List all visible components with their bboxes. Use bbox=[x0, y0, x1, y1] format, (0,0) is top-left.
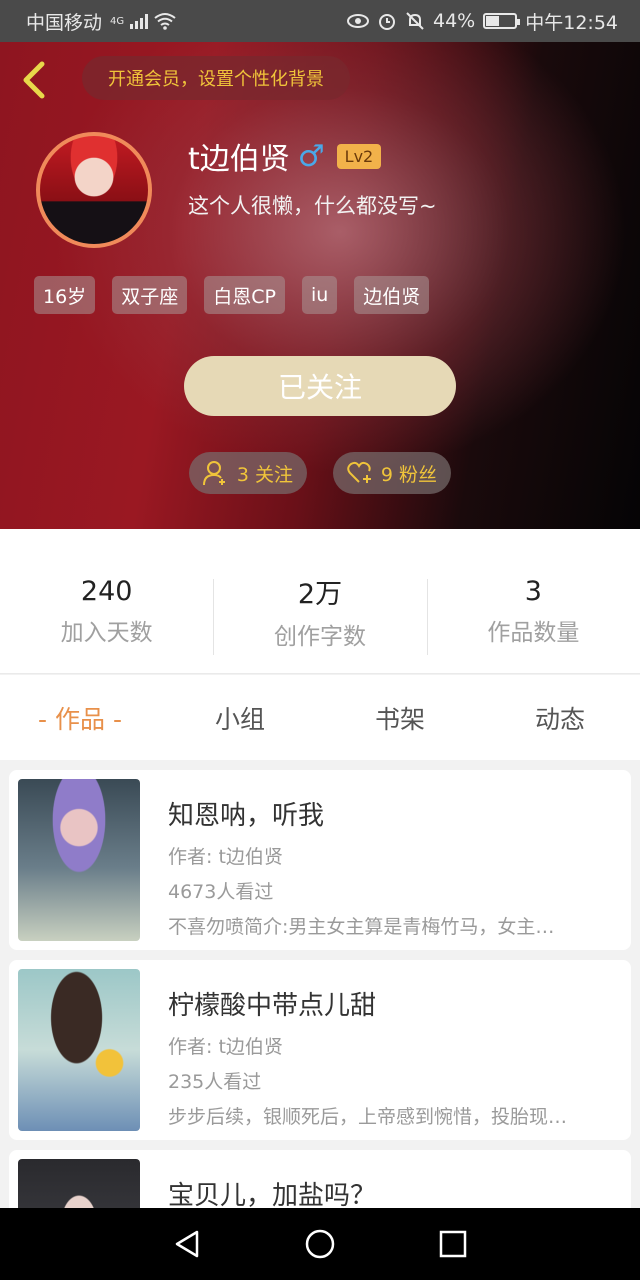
username: t边伯贤 bbox=[188, 142, 290, 177]
tag-cp: 白恩CP bbox=[204, 276, 285, 314]
stat-words-label: 创作字数 bbox=[273, 623, 366, 650]
tab-bar: - 作品 - 小组 书架 动态 bbox=[0, 675, 640, 760]
alarm-icon bbox=[379, 14, 395, 30]
stats-row: 240 加入天数 2万 创作字数 3 作品数量 bbox=[0, 529, 640, 674]
mute-icon bbox=[406, 12, 424, 30]
stat-works: 3 作品数量 bbox=[426, 529, 640, 673]
work-title: 知恩呐，听我 bbox=[168, 801, 325, 831]
avatar[interactable] bbox=[36, 132, 152, 248]
vip-banner-button[interactable]: 开通会员，设置个性化背景 bbox=[82, 56, 350, 100]
following-button[interactable]: 3 关注 bbox=[189, 452, 307, 494]
book-cover bbox=[18, 779, 140, 941]
following-count: 3 关注 bbox=[236, 463, 294, 486]
work-author: 作者: t边伯贤 bbox=[168, 846, 283, 868]
nav-recents-button[interactable] bbox=[437, 1228, 469, 1260]
stat-days: 240 加入天数 bbox=[0, 529, 213, 673]
stat-works-value: 3 bbox=[524, 575, 542, 607]
status-bar: 中国移动 4G 44% 中午12:54 bbox=[0, 0, 640, 42]
tab-bookshelf[interactable]: 书架 bbox=[320, 675, 480, 760]
tag-zodiac: 双子座 bbox=[112, 276, 188, 314]
level-badge: Lv2 bbox=[336, 143, 382, 169]
system-nav-bar bbox=[0, 1208, 640, 1280]
stat-days-label: 加入天数 bbox=[60, 619, 153, 646]
stat-works-label: 作品数量 bbox=[487, 619, 580, 646]
book-cover bbox=[18, 969, 140, 1131]
chevron-left-icon bbox=[23, 61, 45, 99]
stat-words-value: 2万 bbox=[297, 578, 343, 610]
profile-header: 开通会员，设置个性化背景 t边伯贤 ♂ Lv2 这个人很懒，什么都没写~ 16岁… bbox=[0, 42, 640, 529]
work-views: 4673人看过 bbox=[168, 881, 274, 903]
nav-home-button[interactable] bbox=[304, 1228, 336, 1260]
work-author: 作者: t边伯贤 bbox=[168, 1036, 283, 1058]
battery-percent: 44% bbox=[433, 10, 476, 32]
fans-button[interactable]: 9 粉丝 bbox=[333, 452, 451, 494]
male-icon: ♂ bbox=[297, 138, 325, 174]
heart-plus-icon bbox=[347, 461, 371, 483]
work-description: 步步后续，银顺死后，上帝感到惋惜，投胎现… bbox=[168, 1106, 568, 1128]
network-type: 4G bbox=[110, 15, 125, 27]
work-info: 知恩呐，听我 作者: t边伯贤 4673人看过 不喜勿喷简介:男主女主算是青梅竹… bbox=[140, 779, 598, 941]
stat-words: 2万 创作字数 bbox=[213, 529, 426, 673]
tab-groups[interactable]: 小组 bbox=[160, 675, 320, 760]
work-views: 235人看过 bbox=[168, 1071, 262, 1093]
work-info: 柠檬酸中带点儿甜 作者: t边伯贤 235人看过 步步后续，银顺死后，上帝感到惋… bbox=[140, 969, 598, 1131]
username-row: t边伯贤 ♂ Lv2 bbox=[188, 134, 382, 178]
triangle-back-icon bbox=[175, 1230, 198, 1258]
works-list: 知恩呐，听我 作者: t边伯贤 4673人看过 不喜勿喷简介:男主女主算是青梅竹… bbox=[9, 770, 631, 1280]
work-title: 宝贝儿，加盐吗？ bbox=[168, 1181, 377, 1211]
bio-text: 这个人很懒，什么都没写~ bbox=[188, 194, 437, 218]
tab-activity[interactable]: 动态 bbox=[480, 675, 640, 760]
tag-age: 16岁 bbox=[34, 276, 96, 314]
carrier-label: 中国移动 bbox=[26, 11, 103, 34]
follow-button[interactable]: 已关注 bbox=[184, 356, 456, 416]
work-description: 不喜勿喷简介:男主女主算是青梅竹马，女主… bbox=[168, 916, 555, 938]
list-item[interactable]: 知恩呐，听我 作者: t边伯贤 4673人看过 不喜勿喷简介:男主女主算是青梅竹… bbox=[9, 770, 631, 950]
wifi-icon bbox=[154, 13, 176, 30]
work-title: 柠檬酸中带点儿甜 bbox=[168, 991, 377, 1021]
tag-idol: 边伯贤 bbox=[354, 276, 430, 314]
signal-icon bbox=[130, 13, 149, 29]
tab-works[interactable]: - 作品 - bbox=[0, 675, 160, 760]
fans-count: 9 粉丝 bbox=[380, 463, 438, 486]
list-item[interactable]: 柠檬酸中带点儿甜 作者: t边伯贤 235人看过 步步后续，银顺死后，上帝感到惋… bbox=[9, 960, 631, 1140]
back-button[interactable] bbox=[18, 60, 52, 100]
add-user-icon bbox=[202, 461, 225, 486]
nav-back-button[interactable] bbox=[171, 1228, 203, 1260]
stat-days-value: 240 bbox=[80, 575, 133, 607]
tag-iu: iu bbox=[301, 276, 338, 314]
clock: 中午12:54 bbox=[525, 11, 618, 34]
square-recents-icon bbox=[440, 1230, 467, 1258]
battery-icon bbox=[483, 13, 521, 29]
circle-home-icon bbox=[305, 1229, 335, 1259]
tag-list: 16岁 双子座 白恩CP iu 边伯贤 bbox=[34, 276, 430, 314]
eye-icon bbox=[347, 14, 369, 28]
